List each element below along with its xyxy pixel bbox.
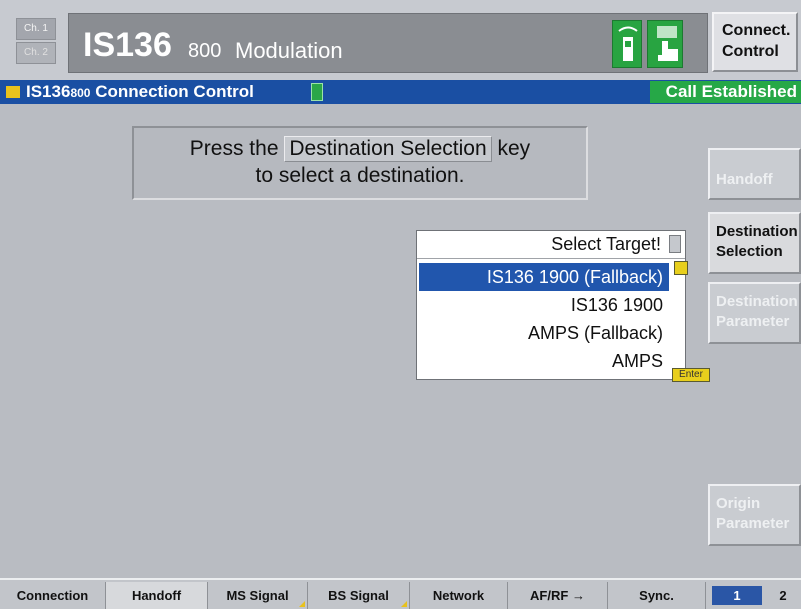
title-box: IS136 800 Modulation (68, 13, 708, 73)
destination-parameter-label-1: Destination (716, 293, 798, 310)
target-option-is136-1900-fallback[interactable]: IS136 1900 (Fallback) (419, 263, 669, 291)
tab-bs-signal[interactable]: BS Signal (308, 582, 410, 609)
target-select-list[interactable]: Select Target! IS136 1900 (Fallback) IS1… (416, 230, 686, 380)
page-2-button[interactable]: 2 (770, 586, 796, 605)
target-option-amps[interactable]: AMPS (419, 347, 669, 375)
tab-ms-signal[interactable]: MS Signal (208, 582, 308, 609)
app-title-band: 800 (188, 40, 222, 62)
instruction-line-1: Press the Destination Selection key (134, 136, 586, 162)
destination-parameter-label-2: Parameter (716, 313, 790, 330)
select-target-label: Select Target! (551, 234, 661, 254)
channel-2-button[interactable]: Ch. 2 (16, 42, 56, 64)
status-title-main: IS136 (26, 82, 71, 101)
origin-parameter-label-2: Parameter (716, 515, 790, 532)
tab-connection[interactable]: Connection (0, 582, 106, 609)
tab-handoff[interactable]: Handoff (106, 582, 208, 609)
instruction-box: Press the Destination Selection key to s… (132, 126, 588, 200)
tab-sync[interactable]: Sync. (608, 582, 706, 609)
select-target-header: Select Target! (417, 231, 685, 259)
target-option-amps-fallback[interactable]: AMPS (Fallback) (419, 319, 669, 347)
destination-selection-label-1: Destination (716, 223, 798, 240)
origin-parameter-softkey[interactable]: Origin Parameter (708, 484, 801, 546)
call-status-badge: Call Established (650, 81, 801, 103)
page-selector: 1 2 (706, 582, 801, 609)
instruction-line-2: to select a destination. (255, 164, 465, 187)
connect-control-button[interactable]: Connect. Control (712, 12, 798, 72)
tab-af-rf-label: AF/RF (530, 588, 569, 603)
destination-selection-key-label: Destination Selection (284, 136, 492, 162)
channel-1-button[interactable]: Ch. 1 (16, 18, 56, 40)
tab-af-rf[interactable]: AF/RF → (508, 582, 608, 609)
destination-parameter-softkey[interactable]: Destination Parameter (708, 282, 801, 344)
arrow-right-circle-icon: → (571, 588, 585, 603)
instruction-prefix: Press the (189, 137, 279, 160)
tab-marker-icon (299, 601, 305, 607)
origin-parameter-label-1: Origin (716, 495, 761, 512)
menu-icon (6, 86, 20, 98)
destination-selection-softkey[interactable]: Destination Selection (708, 212, 801, 274)
connect-control-label-2: Control (722, 43, 779, 60)
hand-pointer-icon (647, 20, 683, 68)
app-title-mode: Modulation (235, 38, 343, 63)
tab-marker-icon (401, 601, 407, 607)
status-bar: IS136800 Connection Control Call Establi… (0, 80, 801, 104)
status-title-rest: Connection Control (95, 82, 254, 101)
page-1-button[interactable]: 1 (712, 586, 762, 605)
handoff-softkey[interactable]: Handoff (708, 148, 801, 200)
connect-control-label-1: Connect. (722, 22, 791, 39)
instruction-suffix: key (497, 137, 531, 160)
phone-icon (311, 83, 323, 101)
target-option-is136-1900[interactable]: IS136 1900 (419, 291, 669, 319)
tab-bs-signal-label: BS Signal (328, 588, 389, 603)
enter-key-hint: Enter (672, 368, 710, 382)
scrollbar[interactable] (669, 235, 681, 253)
phone-signal-icon (612, 20, 642, 68)
tab-ms-signal-label: MS Signal (226, 588, 289, 603)
tab-network[interactable]: Network (410, 582, 508, 609)
bottom-tab-bar: Connection Handoff MS Signal BS Signal N… (0, 578, 801, 609)
status-bar-title: IS136800 Connection Control (26, 82, 254, 102)
header: Ch. 1 Ch. 2 IS136 800 Modulation Connect… (0, 0, 801, 80)
rotary-knob-icon (674, 261, 688, 275)
destination-selection-label-2: Selection (716, 243, 783, 260)
status-title-band: 800 (70, 86, 91, 100)
app-title: IS136 (83, 26, 172, 64)
